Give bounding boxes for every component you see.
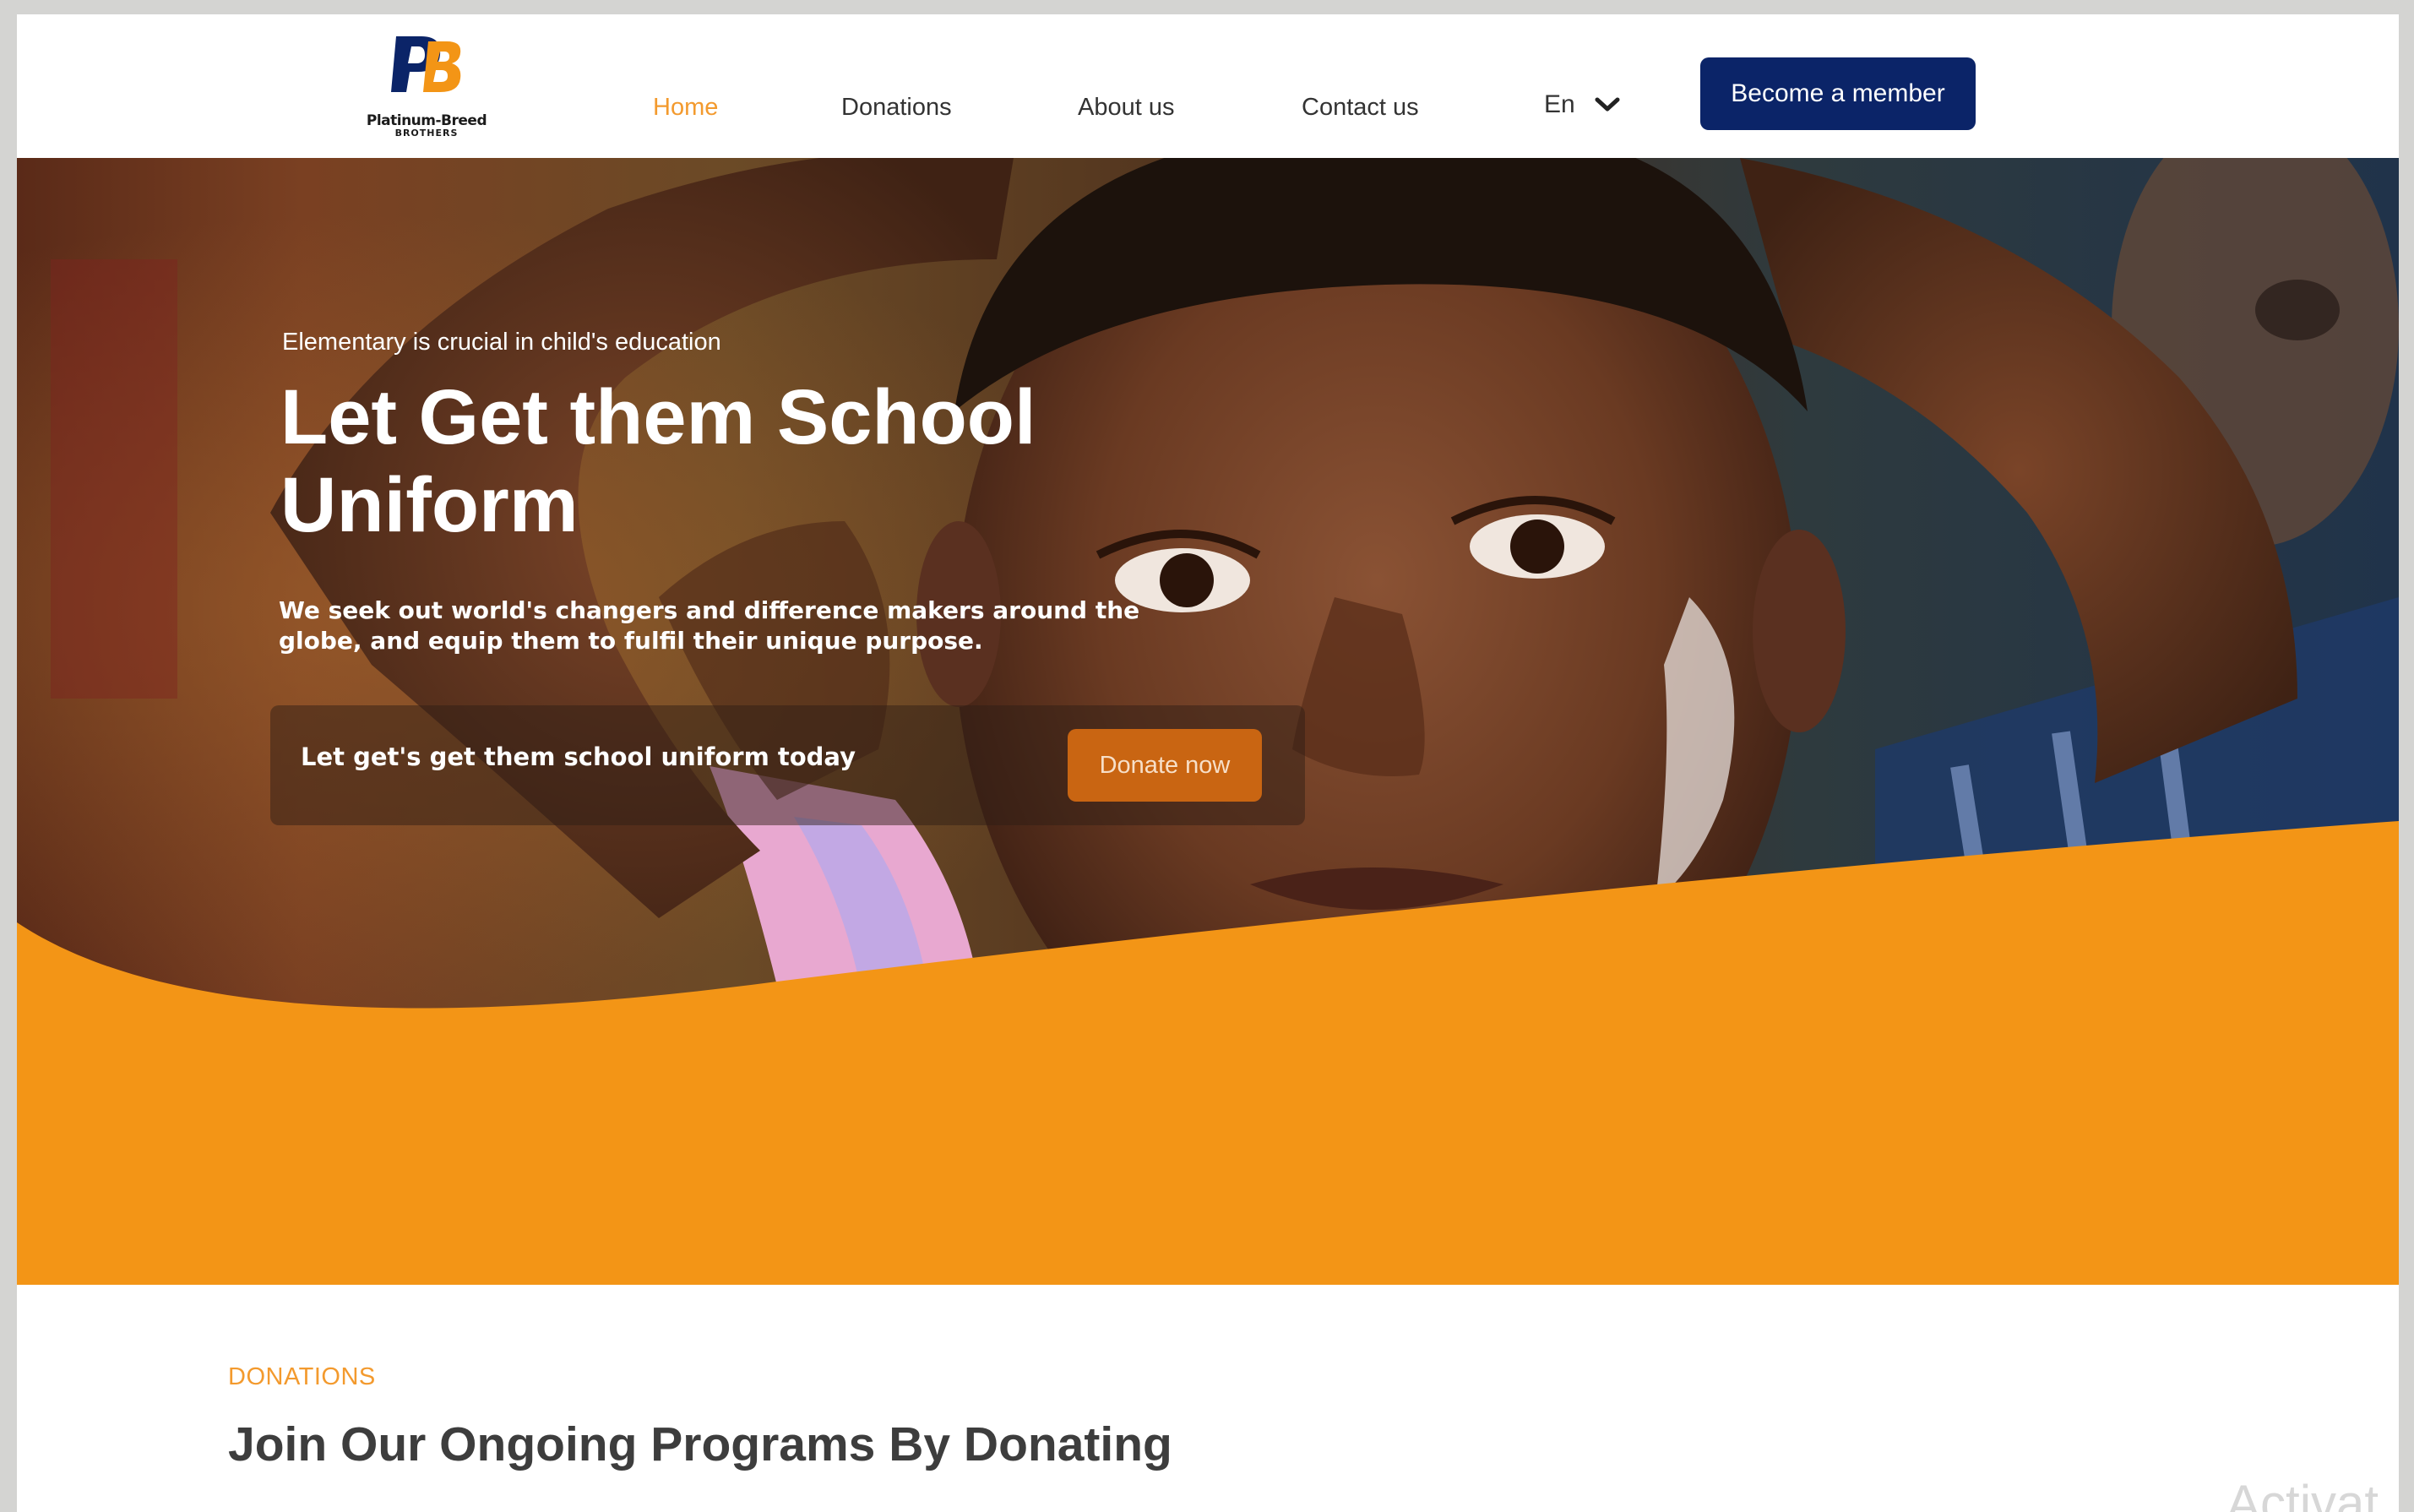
- nav-contact-us[interactable]: Contact us: [1302, 94, 1419, 122]
- site-header: Platinum-Breed BROTHERS Home Donations A…: [17, 14, 2399, 158]
- hero-section: Elementary is crucial in child's educati…: [17, 158, 2399, 1285]
- nav-donations[interactable]: Donations: [841, 94, 952, 122]
- hero-cta-panel: Let get's get them school uniform today …: [270, 705, 1305, 825]
- chevron-down-icon: [1595, 97, 1620, 111]
- pb-logo-icon: [391, 36, 461, 92]
- hero-cta-text: Let get's get them school uniform today: [301, 742, 856, 771]
- hero-eyebrow: Elementary is crucial in child's educati…: [282, 329, 721, 356]
- brand-logo[interactable]: Platinum-Breed BROTHERS: [359, 33, 494, 151]
- donations-section-label: DONATIONS: [228, 1363, 376, 1390]
- language-label: En: [1544, 90, 1575, 118]
- hero-description: We seek out world's changers and differe…: [279, 596, 1140, 655]
- donations-section-title: Join Our Ongoing Programs By Donating: [228, 1417, 1172, 1471]
- hero-title: Let Get them School Uniform: [280, 374, 1036, 548]
- activation-watermark: Activat: [2226, 1475, 2379, 1512]
- nav-home[interactable]: Home: [653, 94, 718, 122]
- nav-about-us[interactable]: About us: [1078, 94, 1174, 122]
- become-member-button[interactable]: Become a member: [1700, 57, 1976, 130]
- language-selector[interactable]: En: [1544, 90, 1621, 119]
- donate-now-button[interactable]: Donate now: [1068, 729, 1262, 802]
- page: Platinum-Breed BROTHERS Home Donations A…: [17, 14, 2399, 1512]
- logo-wordmark: Platinum-Breed BROTHERS: [366, 112, 487, 139]
